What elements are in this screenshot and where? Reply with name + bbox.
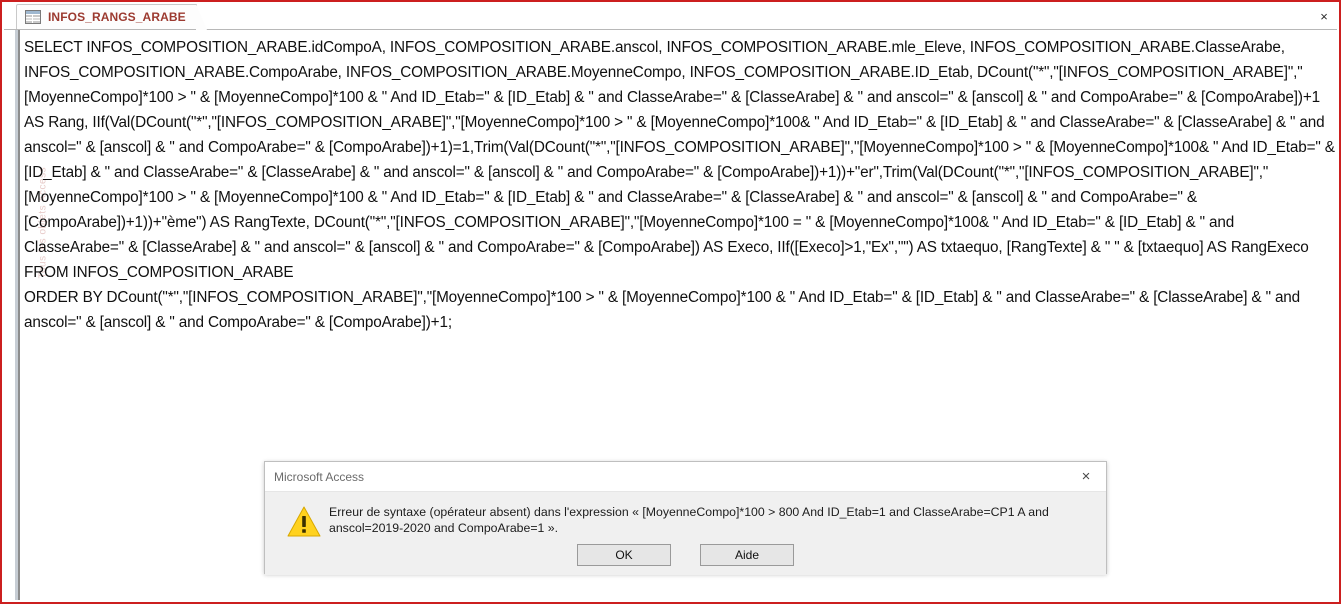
aide-button[interactable]: Aide: [700, 544, 794, 566]
dialog-button-row: OK Aide: [265, 544, 1106, 566]
dialog-title: Microsoft Access: [274, 469, 365, 484]
dialog-close-icon[interactable]: ×: [1066, 462, 1106, 490]
access-query-window: INFOS_RANGS_ARABE × Tous les objets Acce…: [0, 0, 1341, 604]
pane-splitter[interactable]: [14, 30, 22, 600]
error-dialog: Microsoft Access × Erreur de syntaxe (op…: [264, 461, 1107, 575]
document-tab-strip: INFOS_RANGS_ARABE ×: [4, 2, 1337, 30]
document-tab-label: INFOS_RANGS_ARABE: [48, 10, 186, 24]
close-icon[interactable]: ×: [1318, 10, 1330, 23]
ok-button[interactable]: OK: [577, 544, 671, 566]
document-tab-infos-rangs-arabe[interactable]: INFOS_RANGS_ARABE: [16, 4, 207, 30]
dialog-titlebar: Microsoft Access ×: [265, 462, 1106, 492]
dialog-body: Erreur de syntaxe (opérateur absent) dan…: [265, 492, 1106, 575]
warning-triangle-icon: [287, 506, 321, 537]
dialog-message-text: Erreur de syntaxe (opérateur absent) dan…: [329, 505, 1049, 535]
query-table-icon: [25, 10, 41, 24]
navigation-pane-collapsed[interactable]: Tous les objets Access: [4, 30, 49, 600]
